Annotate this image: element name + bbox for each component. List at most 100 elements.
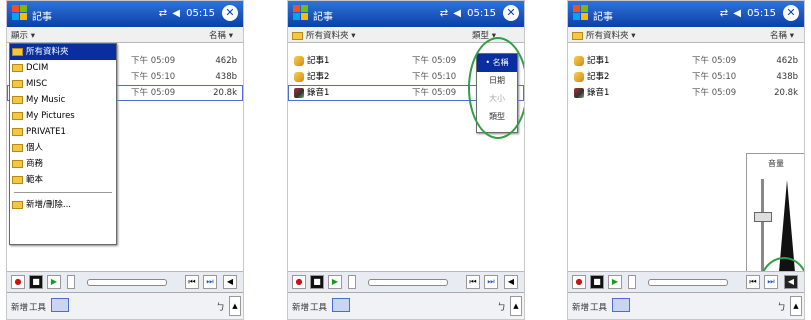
start-windows-icon[interactable] [293,5,309,21]
record-button[interactable]: ● [572,275,586,289]
folder-dropdown-menu: 所有資料夾 DCIM MISC My Music My Pictures PRI… [9,43,117,245]
menu-bar: 新增 工具 ㄅ ▲ [7,292,243,319]
stop-button[interactable]: ■ [590,275,604,289]
dropdown-item-dcim[interactable]: DCIM [10,60,116,76]
skip-forward-button[interactable]: ⏭ [484,275,498,289]
note-icon [294,71,304,82]
connectivity-speaker-icons[interactable]: ⇄ ◀ [159,8,181,19]
input-method-indicator[interactable]: ㄅ [497,300,506,313]
keyboard-icon[interactable] [332,298,350,312]
close-button[interactable]: ✕ [222,5,238,21]
folder-icon [12,143,23,152]
dropdown-item-personal[interactable]: 個人 [10,140,116,156]
folder-selector[interactable]: 顯示 ▾ [11,29,35,41]
folder-icon [12,47,23,56]
folder-sort-bar: 顯示 ▾ 名稱 ▾ [7,27,243,43]
skip-forward-button[interactable]: ⏭ [203,275,217,289]
start-windows-icon[interactable] [573,5,589,21]
scroll-up-button[interactable]: ▲ [229,296,241,316]
scroll-up-button[interactable]: ▲ [790,296,802,316]
stop-button[interactable]: ■ [310,275,324,289]
close-button[interactable]: ✕ [783,5,799,21]
tools-menu[interactable]: 工具 [590,301,607,313]
screen-2-sort-menu: 記事 ⇄ ◀ 05:15 ✕ 所有資料夾 ▾ 類型 ▾ 記事1 下午 05:09… [287,0,525,320]
folder-icon [12,79,23,88]
screen-3-volume-panel: 記事 ⇄ ◀ 05:15 ✕ 所有資料夾 ▾ 名稱 ▾ 記事1 下午 05:09… [567,0,805,320]
tools-menu[interactable]: 工具 [310,301,327,313]
volume-button[interactable]: ◀ [784,275,798,289]
dropdown-item-my-pictures[interactable]: My Pictures [10,108,116,124]
skip-back-button[interactable]: ⏮ [185,275,199,289]
tools-menu[interactable]: 工具 [29,301,46,313]
sort-selector[interactable]: 名稱 ▾ [209,29,233,41]
folder-selector[interactable]: 所有資料夾 ▾ [292,29,355,41]
close-button[interactable]: ✕ [503,5,519,21]
seek-start-marker[interactable] [348,275,356,289]
recording-toolbar: ● ■ ▶ ⏮ ⏭ ◀ [288,271,524,292]
play-button[interactable]: ▶ [328,275,342,289]
folder-icon [12,111,23,120]
folder-icon [572,31,583,40]
input-method-indicator[interactable]: ㄅ [216,300,225,313]
keyboard-icon[interactable] [51,298,69,312]
scroll-up-button[interactable]: ▲ [510,296,522,316]
dropdown-item-add-delete[interactable]: 新增/刪除... [10,197,116,213]
dropdown-item-private1[interactable]: PRIVATE1 [10,124,116,140]
input-method-indicator[interactable]: ㄅ [777,300,786,313]
new-menu[interactable]: 新增 [11,301,28,313]
clock[interactable]: 05:15 [186,8,215,19]
dropdown-item-all-folders[interactable]: 所有資料夾 [10,44,116,60]
record-button[interactable]: ● [292,275,306,289]
app-title: 記事 [313,12,333,23]
folder-icon [12,63,23,72]
list-item[interactable]: 記事1 下午 05:09 462b [568,53,804,69]
skip-forward-button[interactable]: ⏭ [764,275,778,289]
stop-button[interactable]: ■ [29,275,43,289]
seek-start-marker[interactable] [628,275,636,289]
keyboard-icon[interactable] [612,298,630,312]
play-button[interactable]: ▶ [47,275,61,289]
dropdown-item-business[interactable]: 商務 [10,156,116,172]
new-menu[interactable]: 新增 [292,301,309,313]
seek-bar[interactable] [87,279,167,286]
list-item[interactable]: 錄音1 下午 05:09 20.8k [568,85,804,101]
volume-button[interactable]: ◀ [504,275,518,289]
play-button[interactable]: ▶ [608,275,622,289]
volume-title: 音量 [768,159,784,168]
skip-back-button[interactable]: ⏮ [746,275,760,289]
clock[interactable]: 05:15 [467,8,496,19]
folder-icon [12,159,23,168]
app-title: 記事 [32,12,52,23]
folder-icon [12,175,23,184]
dropdown-item-templates[interactable]: 範本 [10,172,116,188]
seek-bar[interactable] [368,279,448,286]
start-windows-icon[interactable] [12,5,28,21]
recording-toolbar: ● ■ ▶ ⏮ ⏭ ◀ [7,271,243,292]
folder-icon [12,127,23,136]
dropdown-item-my-music[interactable]: My Music [10,92,116,108]
seek-start-marker[interactable] [67,275,75,289]
title-bar: 記事 ⇄ ◀ 05:15 ✕ [288,1,524,27]
folder-edit-icon [12,200,23,209]
dropdown-item-misc[interactable]: MISC [10,76,116,92]
new-menu[interactable]: 新增 [572,301,589,313]
note-icon [294,55,304,66]
record-button[interactable]: ● [11,275,25,289]
volume-slider-track[interactable] [761,179,764,271]
connectivity-speaker-icons[interactable]: ⇄ ◀ [720,8,742,19]
folder-sort-bar: 所有資料夾 ▾ 名稱 ▾ [568,27,804,43]
connectivity-speaker-icons[interactable]: ⇄ ◀ [440,8,462,19]
sort-selector[interactable]: 名稱 ▾ [770,29,794,41]
folder-selector[interactable]: 所有資料夾 ▾ [572,29,635,41]
menu-bar: 新增 工具 ㄅ ▲ [288,292,524,319]
list-item[interactable]: 記事2 下午 05:10 438b [568,69,804,85]
title-bar: 記事 ⇄ ◀ 05:15 ✕ [568,1,804,27]
seek-bar[interactable] [648,279,728,286]
volume-slider-thumb[interactable] [754,211,772,222]
skip-back-button[interactable]: ⏮ [466,275,480,289]
volume-button[interactable]: ◀ [223,275,237,289]
clock[interactable]: 05:15 [747,8,776,19]
screen-1-folder-dropdown: 記事 ⇄ ◀ 05:15 ✕ 顯示 ▾ 名稱 ▾ 下午 05:09 462b 下… [6,0,244,320]
recording-toolbar: ● ■ ▶ ⏮ ⏭ ◀ [568,271,804,292]
folder-icon [292,31,303,40]
